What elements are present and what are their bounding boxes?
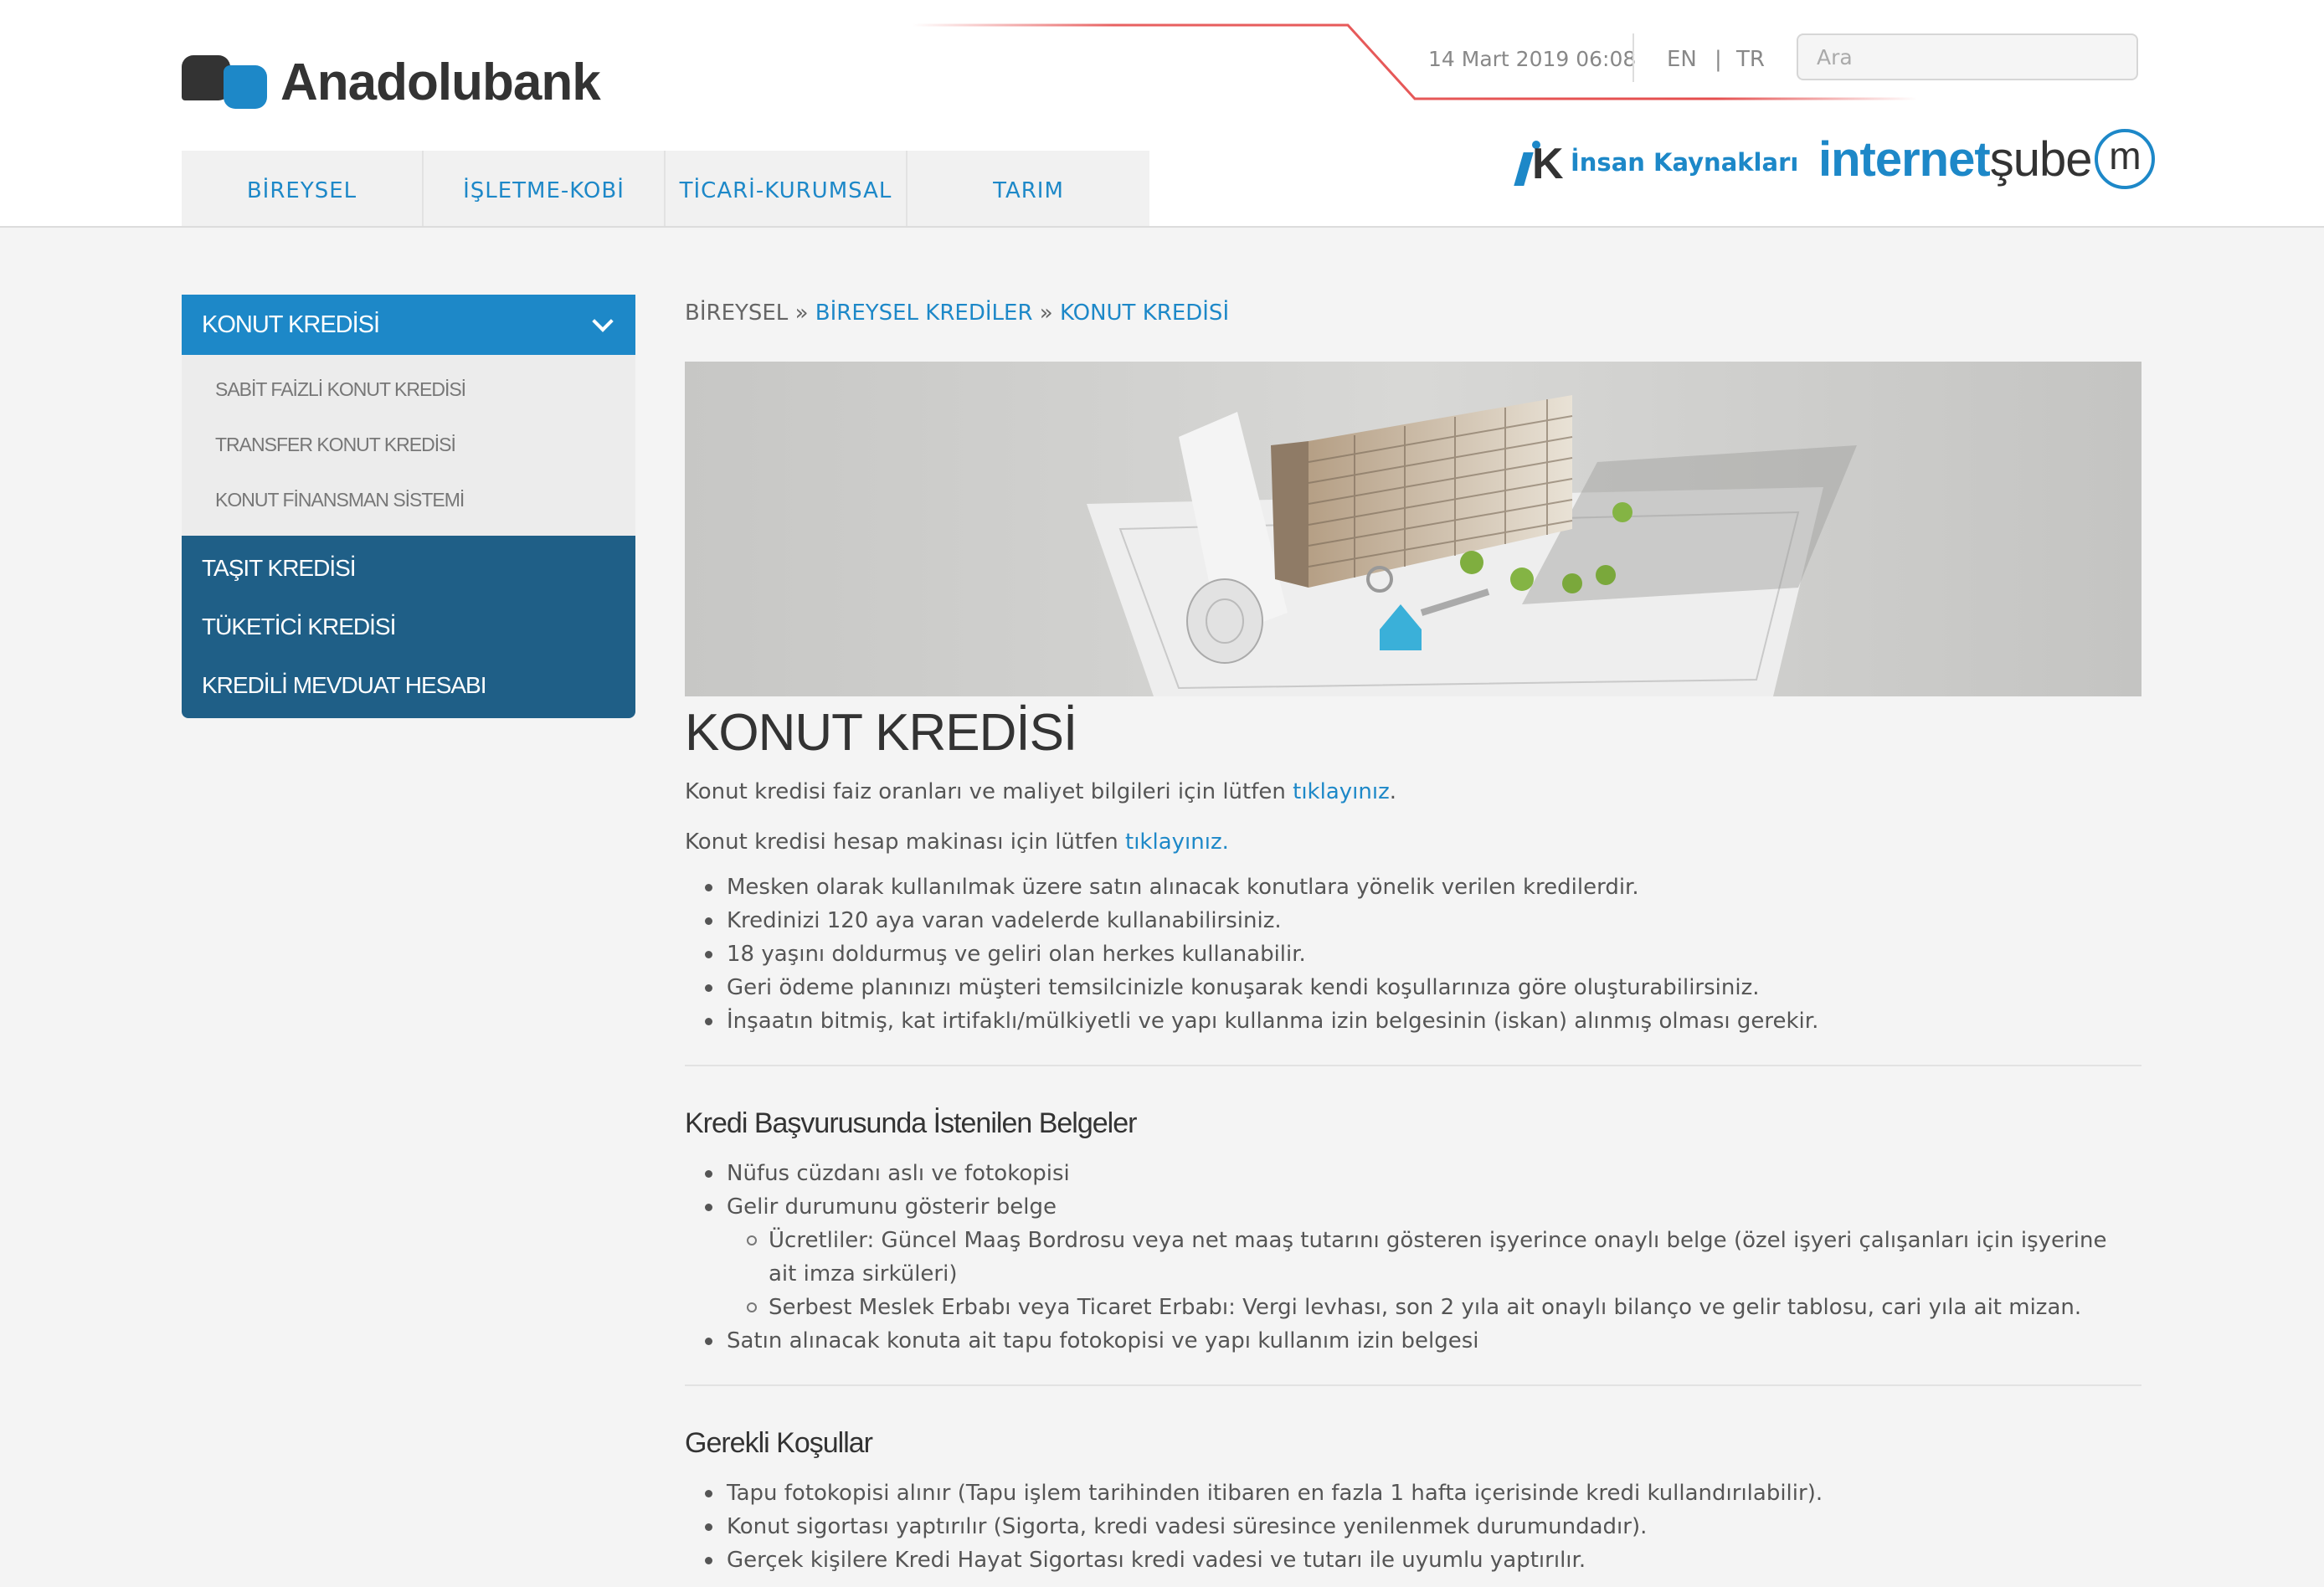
lang-separator: |	[1715, 47, 1722, 72]
nav-tarim[interactable]: TARIM	[907, 151, 1149, 226]
search-input[interactable]	[1797, 33, 2138, 80]
calculator-link[interactable]: tıklayınız.	[1125, 829, 1229, 855]
documents-heading: Kredi Başvurusunda İstenilen Belgeler	[685, 1107, 1137, 1139]
list-item: Tapu fotokopisi alınır (Tapu işlem tarih…	[685, 1477, 2141, 1510]
breadcrumb-root: BİREYSEL	[685, 300, 789, 326]
internet-sube-link[interactable]: internet şube m	[1818, 129, 2156, 189]
internet-sube-word-1: internet	[1818, 131, 1991, 187]
logo-mark-icon	[182, 52, 269, 112]
internet-sube-word-2: şube	[1989, 131, 2093, 187]
breadcrumb-bireysel-krediler[interactable]: BİREYSEL KREDİLER	[815, 300, 1033, 326]
list-item: Kredinizi 120 aya varan vadelerde kullan…	[685, 904, 2141, 937]
list-item: İnşaatın bitmiş, kat irtifaklı/mülkiyetl…	[685, 1004, 2141, 1038]
list-item: Satın alınacak konuta ait tapu fotokopis…	[685, 1324, 2141, 1358]
hero-building-image	[685, 362, 2141, 696]
anadolubank-logo[interactable]: Anadolubank	[182, 52, 601, 112]
sidebar-item-kmh[interactable]: KREDİLİ MEVDUAT HESABI	[182, 656, 635, 715]
list-item: Nüfus cüzdanı aslı ve fotokopisi	[685, 1157, 2141, 1190]
nav-bireysel[interactable]: BİREYSEL	[182, 151, 424, 226]
list-item: 18 yaşını doldurmuş ve geliri olan herke…	[685, 937, 2141, 971]
conditions-heading: Gerekli Koşullar	[685, 1427, 873, 1459]
income-documents-sublist: Ücretliler: Güncel Maaş Bordrosu veya ne…	[685, 1224, 2141, 1324]
insan-kaynaklari-label: İnsan Kaynakları	[1571, 148, 1799, 177]
breadcrumb-konut-kredisi[interactable]: KONUT KREDİSİ	[1060, 300, 1229, 326]
list-item: Ücretliler: Güncel Maaş Bordrosu veya ne…	[727, 1224, 2141, 1291]
conditions-list: Tapu fotokopisi alınır (Tapu işlem tarih…	[685, 1477, 2141, 1577]
list-item: Geri ödeme planınızı müşteri temsilciniz…	[685, 971, 2141, 1004]
sidebar-sub-finansman[interactable]: KONUT FİNANSMAN SİSTEMİ	[182, 472, 635, 527]
breadcrumb-separator: »	[794, 300, 809, 326]
breadcrumb-separator: »	[1039, 300, 1053, 326]
sidebar-menu: KONUT KREDİSİ SABİT FAİZLİ KONUT KREDİSİ…	[182, 295, 635, 718]
divider	[1632, 33, 1634, 82]
site-header: Anadolubank 14 Mart 2019 06:08 EN | TR B…	[0, 0, 2324, 228]
list-item: Gelir durumunu gösterir belge Ücretliler…	[685, 1190, 2141, 1324]
calculator-paragraph: Konut kredisi hesap makinası için lütfen…	[685, 829, 1229, 855]
features-list: Mesken olarak kullanılmak üzere satın al…	[685, 871, 2141, 1038]
lang-en-link[interactable]: EN	[1667, 47, 1697, 72]
sidebar-sub-transfer[interactable]: TRANSFER KONUT KREDİSİ	[182, 417, 635, 472]
sidebar-item-tuketici[interactable]: TÜKETİCİ KREDİSİ	[182, 598, 635, 656]
list-item: Serbest Meslek Erbabı veya Ticaret Erbab…	[727, 1291, 2141, 1324]
main-nav: BİREYSEL İŞLETME-KOBİ TİCARİ-KURUMSAL TA…	[182, 151, 1149, 226]
list-item: Konut sigortası yaptırılır (Sigorta, kre…	[685, 1510, 2141, 1543]
ik-logo-icon: K	[1510, 137, 1564, 188]
section-divider	[685, 1065, 2141, 1066]
sidebar-item-konut-kredisi[interactable]: KONUT KREDİSİ	[182, 295, 635, 355]
internet-sube-m-icon: m	[2095, 129, 2156, 189]
main-content: BİREYSEL » BİREYSEL KREDİLER » KONUT KRE…	[685, 293, 2141, 1573]
sidebar-active-label: KONUT KREDİSİ	[202, 311, 380, 338]
lang-tr-link[interactable]: TR	[1736, 47, 1765, 72]
sidebar-item-tasit[interactable]: TAŞIT KREDİSİ	[182, 539, 635, 598]
decorative-red-line	[913, 23, 1917, 100]
insan-kaynaklari-link[interactable]: K İnsan Kaynakları	[1510, 137, 1799, 188]
logo-text: Anadolubank	[280, 53, 601, 111]
page-title: KONUT KREDİSİ	[685, 704, 1077, 762]
sidebar-submenu: SABİT FAİZLİ KONUT KREDİSİ TRANSFER KONU…	[182, 355, 635, 536]
section-divider	[685, 1384, 2141, 1386]
nav-isletme-kobi[interactable]: İŞLETME-KOBİ	[424, 151, 666, 226]
article: KONUT KREDİSİ Konut kredisi faiz oranlar…	[685, 700, 2141, 1577]
chevron-down-icon	[592, 311, 614, 332]
nav-ticari-kurumsal[interactable]: TİCARİ-KURUMSAL	[666, 151, 907, 226]
current-date: 14 Mart 2019 06:08	[1428, 47, 1637, 71]
sidebar-other-items: TAŞIT KREDİSİ TÜKETİCİ KREDİSİ KREDİLİ M…	[182, 536, 635, 718]
rates-link[interactable]: tıklayınız	[1293, 779, 1390, 804]
list-item: Gerçek kişilere Kredi Hayat Sigortası kr…	[685, 1543, 2141, 1577]
rates-paragraph: Konut kredisi faiz oranları ve maliyet b…	[685, 779, 1396, 804]
documents-list: Nüfus cüzdanı aslı ve fotokopisi Gelir d…	[685, 1157, 2141, 1358]
sidebar-sub-sabit-faizli[interactable]: SABİT FAİZLİ KONUT KREDİSİ	[182, 362, 635, 417]
list-item: Mesken olarak kullanılmak üzere satın al…	[685, 871, 2141, 904]
breadcrumb: BİREYSEL » BİREYSEL KREDİLER » KONUT KRE…	[685, 293, 2141, 333]
